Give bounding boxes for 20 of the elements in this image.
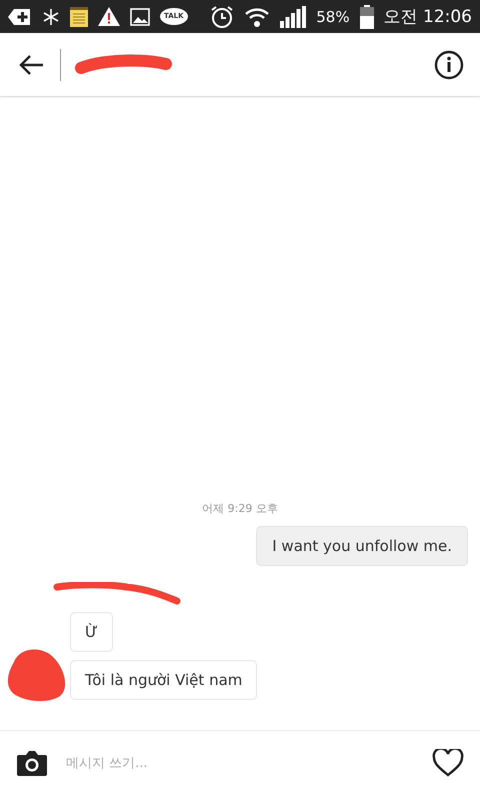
message-timestamp: 어제 9:29 오후	[202, 501, 278, 516]
sent-message: I want you unfollow me.	[256, 526, 468, 566]
message-input[interactable]: 메시지 쓰기...	[64, 754, 416, 772]
info-icon[interactable]	[434, 50, 464, 80]
alarm-icon	[210, 4, 234, 28]
camera-icon[interactable]	[16, 749, 48, 777]
notepad-icon	[70, 6, 88, 26]
plus-tag-icon	[8, 6, 32, 26]
snowflake-icon	[42, 8, 60, 26]
battery-icon	[360, 4, 374, 28]
back-arrow-icon[interactable]	[18, 54, 44, 76]
received-message: Ừ	[70, 612, 113, 652]
clock: 오전 12:06	[384, 6, 472, 28]
image-icon	[130, 8, 150, 26]
signal-icon	[280, 6, 306, 28]
battery-percentage: 58%	[316, 8, 350, 26]
received-message: Tôi là người Việt nam	[70, 660, 258, 700]
warning-icon	[98, 7, 120, 26]
wifi-icon	[244, 6, 270, 28]
heart-icon[interactable]	[432, 749, 464, 777]
